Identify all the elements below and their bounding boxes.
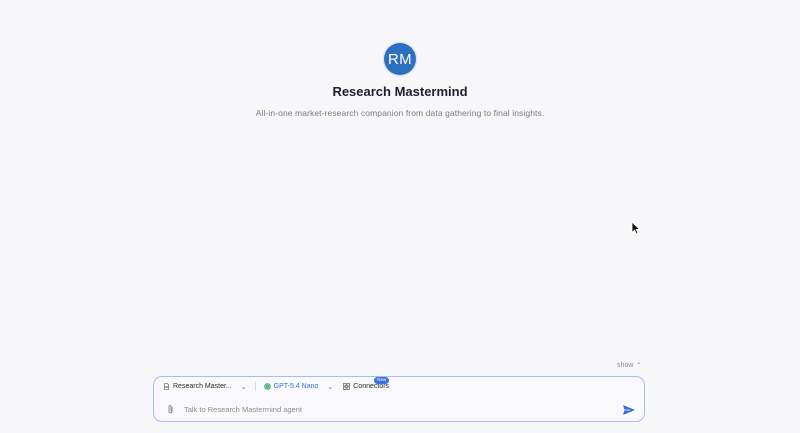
model-selector-label: GPT-5.4 Nano xyxy=(273,383,319,390)
show-toggle-label: show xyxy=(617,362,634,369)
document-icon xyxy=(164,383,169,390)
new-badge: New xyxy=(374,377,390,384)
avatar: RM xyxy=(384,43,416,75)
connectors-button[interactable]: Connectors New xyxy=(343,377,390,390)
composer-toolbar: Research Master... ⌄ GPT-5.4 Nano ⌄ Conn… xyxy=(163,377,635,392)
chevron-down-icon: ⌄ xyxy=(327,383,334,391)
agent-selector[interactable]: Research Master... ⌄ xyxy=(163,383,247,391)
mouse-cursor-icon xyxy=(631,221,641,235)
divider xyxy=(254,382,256,391)
composer-input-row xyxy=(164,402,637,417)
agent-selector-label: Research Master... xyxy=(173,383,232,390)
paperclip-icon[interactable] xyxy=(166,404,175,415)
agent-header: RM Research Mastermind All-in-one market… xyxy=(0,43,800,118)
model-selector[interactable]: GPT-5.4 Nano ⌄ xyxy=(263,383,334,391)
agent-description: All-in-one market-research companion fro… xyxy=(255,108,545,118)
grid-icon xyxy=(343,383,351,390)
chevron-down-icon: ⌄ xyxy=(240,383,247,391)
model-icon xyxy=(263,383,271,390)
chevron-up-icon: ⌃ xyxy=(636,362,642,369)
message-composer: Research Master... ⌄ GPT-5.4 Nano ⌄ Conn… xyxy=(153,376,645,422)
message-input[interactable] xyxy=(184,405,622,414)
send-icon[interactable] xyxy=(622,404,636,416)
connectors-label: Connectors xyxy=(353,383,390,390)
show-toggle[interactable]: show ⌃ xyxy=(617,362,641,369)
page-title: Research Mastermind xyxy=(332,84,468,99)
agent-chat-page: RM Research Mastermind All-in-one market… xyxy=(0,0,800,433)
